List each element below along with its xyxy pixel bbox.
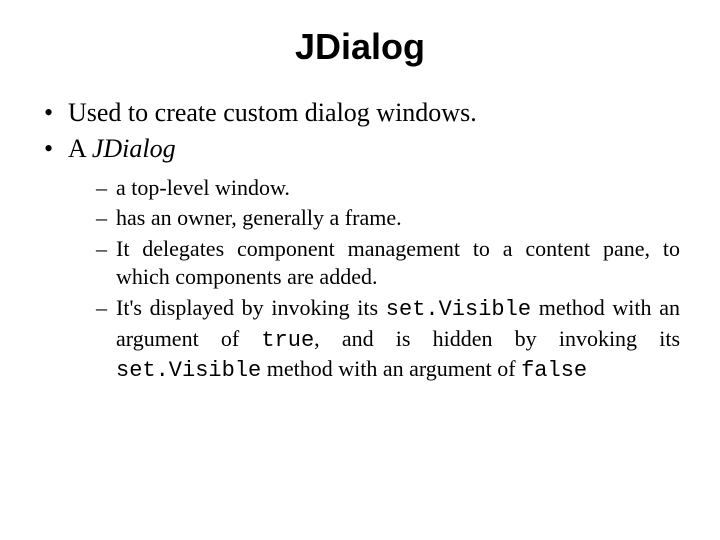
slide: JDialog Used to create custom dialog win…	[0, 0, 720, 540]
sub-bullet-text: a top-level window.	[116, 175, 290, 200]
sub-bullet-text: It's displayed by invoking its	[116, 295, 386, 320]
code-text: false	[521, 358, 587, 383]
sub-bullet-text: It delegates component management to a c…	[116, 236, 680, 290]
bullet-text: A	[68, 134, 92, 163]
bullet-text: Used to create custom dialog windows.	[68, 98, 477, 127]
sub-bullet-text: has an owner, generally a frame.	[116, 205, 402, 230]
sub-bullet-text: , and is hidden by invoking its	[314, 326, 680, 351]
bullet-list-level1: Used to create custom dialog windows. A …	[30, 96, 690, 386]
slide-title: JDialog	[30, 26, 690, 68]
bullet-item: A JDialog a top-level window. has an own…	[44, 132, 680, 386]
bullet-list-level2: a top-level window. has an owner, genera…	[68, 174, 680, 386]
sub-bullet-item: It's displayed by invoking its set.Visib…	[96, 294, 680, 386]
sub-bullet-text: method with an argument of	[261, 356, 521, 381]
sub-bullet-item: It delegates component management to a c…	[96, 235, 680, 292]
sub-bullet-item: a top-level window.	[96, 174, 680, 203]
code-text: true	[261, 328, 314, 353]
bullet-item: Used to create custom dialog windows.	[44, 96, 680, 130]
code-text: set.Visible	[116, 358, 261, 383]
code-text: set.Visible	[386, 297, 531, 322]
bullet-text-italic: JDialog	[92, 134, 176, 163]
sub-bullet-item: has an owner, generally a frame.	[96, 204, 680, 233]
